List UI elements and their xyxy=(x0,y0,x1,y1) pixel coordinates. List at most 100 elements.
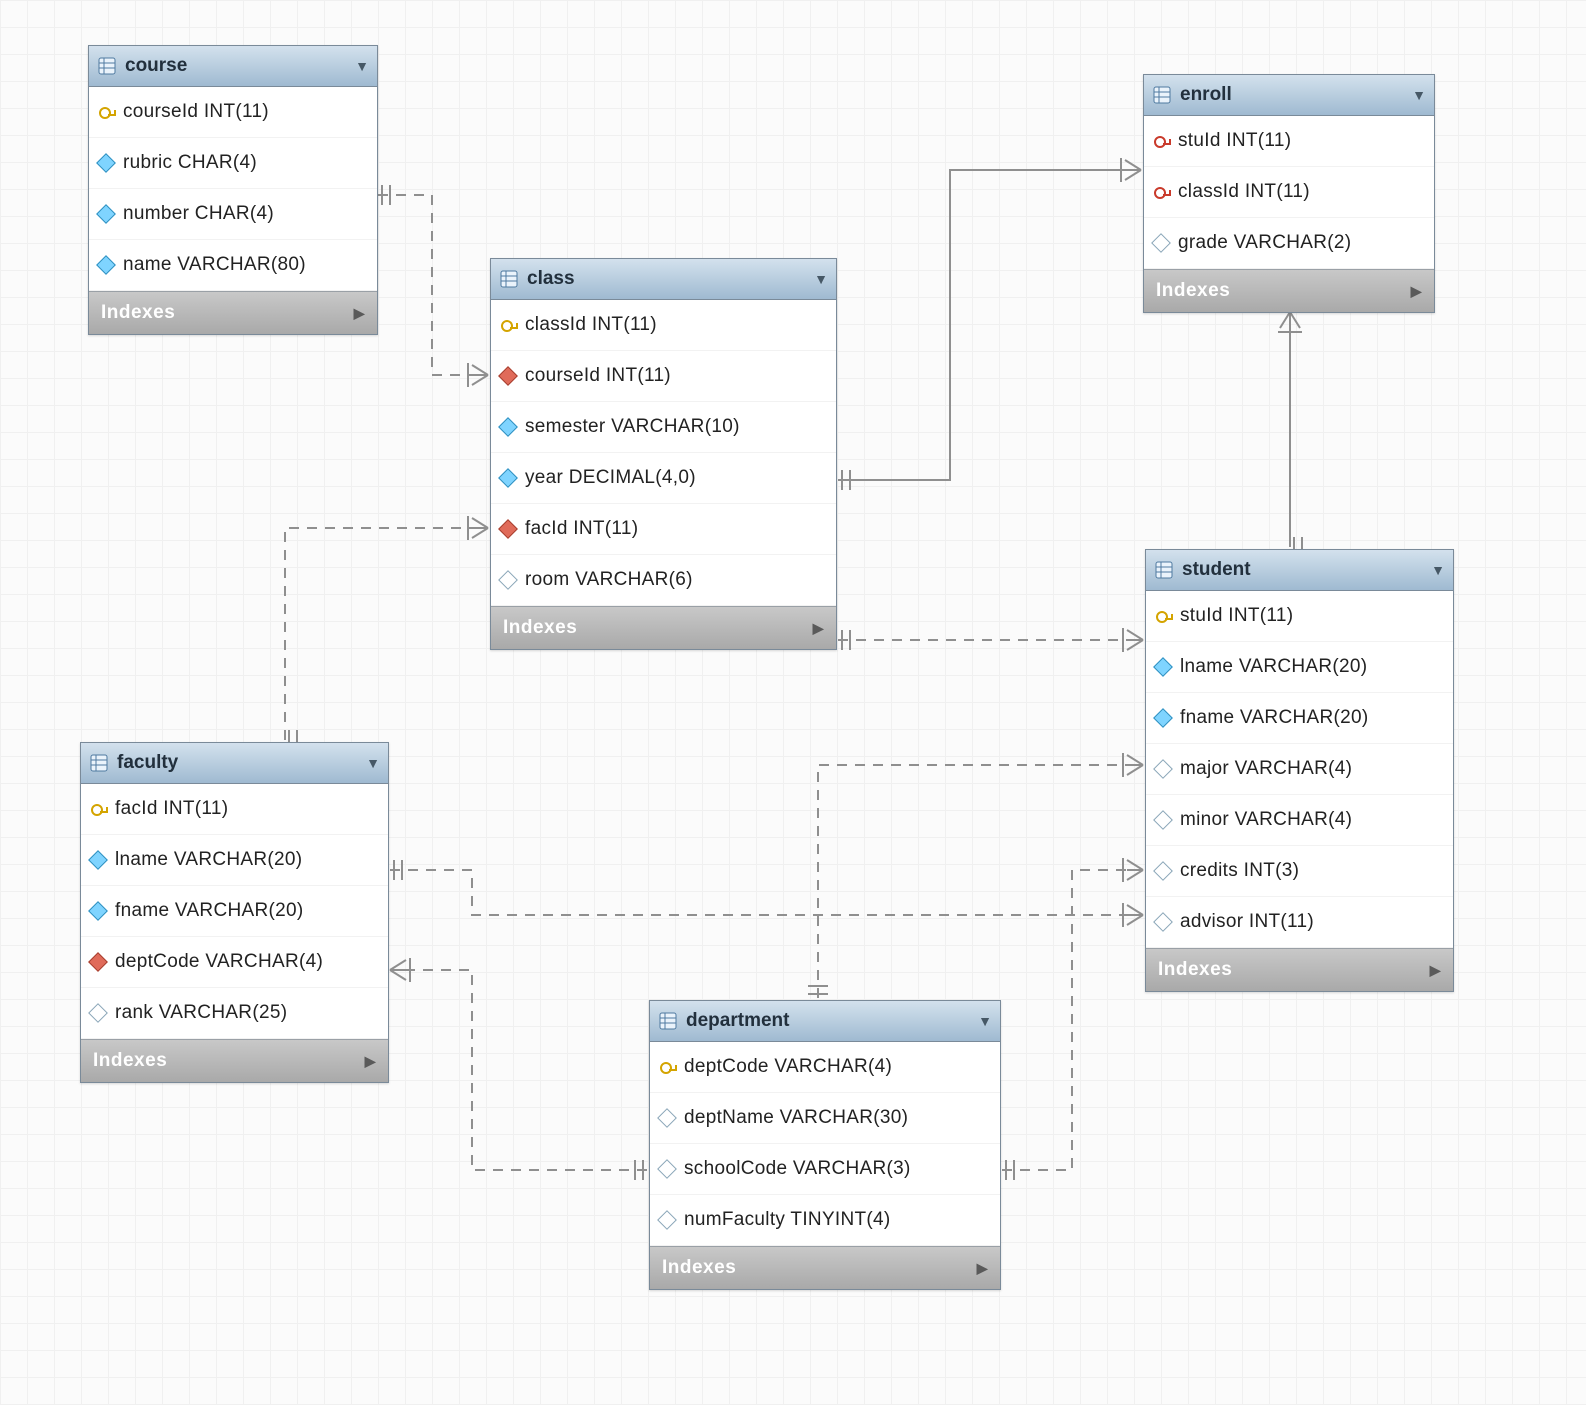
nullable-icon xyxy=(1153,759,1173,779)
table-title-class[interactable]: class▼ xyxy=(491,259,836,300)
column-faculty-2[interactable]: fname VARCHAR(20) xyxy=(81,886,388,937)
column-course-3[interactable]: name VARCHAR(80) xyxy=(89,240,377,291)
column-label: credits INT(3) xyxy=(1180,860,1299,882)
cardinality-cap xyxy=(808,986,828,994)
nullable-icon xyxy=(1153,861,1173,881)
relation-class-enroll[interactable] xyxy=(838,170,1141,480)
foreign-key-icon xyxy=(498,519,518,539)
table-department[interactable]: department▼deptCode VARCHAR(4)deptName V… xyxy=(649,1000,1001,1290)
indexes-section-faculty[interactable]: Indexes▶ xyxy=(81,1039,388,1082)
table-title-enroll[interactable]: enroll ▼ xyxy=(1144,75,1434,116)
column-class-2[interactable]: semester VARCHAR(10) xyxy=(491,402,836,453)
table-title-course[interactable]: course▼ xyxy=(89,46,377,87)
cardinality-cap xyxy=(468,516,488,540)
collapse-icon[interactable]: ▼ xyxy=(1412,87,1426,103)
erd-canvas[interactable]: course▼courseId INT(11)rubric CHAR(4)num… xyxy=(0,0,1586,1405)
column-student-4[interactable]: minor VARCHAR(4) xyxy=(1146,795,1453,846)
indexes-section-student[interactable]: Indexes▶ xyxy=(1146,948,1453,991)
nullable-icon xyxy=(498,570,518,590)
notnull-icon xyxy=(498,468,518,488)
column-label: facId INT(11) xyxy=(525,518,638,540)
column-student-5[interactable]: credits INT(3) xyxy=(1146,846,1453,897)
relation-faculty-student[interactable] xyxy=(390,870,1143,915)
primary-key-icon xyxy=(99,105,113,119)
table-student[interactable]: student ▼ stuId INT(11)lname VARCHAR(20) fn… xyxy=(1145,549,1454,992)
indexes-label: Indexes xyxy=(1156,280,1230,302)
expand-icon[interactable]: ▶ xyxy=(365,1053,376,1070)
column-faculty-1[interactable]: lname VARCHAR(20) xyxy=(81,835,388,886)
column-enroll-2[interactable]: grade VARCHAR(2) xyxy=(1144,218,1434,269)
notnull-icon xyxy=(96,255,116,275)
nullable-icon xyxy=(657,1210,677,1230)
relation-course-class[interactable] xyxy=(378,195,488,375)
column-label: rubric CHAR(4) xyxy=(123,152,257,174)
column-label: fname VARCHAR(20) xyxy=(1180,707,1368,729)
expand-icon[interactable]: ▶ xyxy=(1430,962,1441,979)
table-name: enroll xyxy=(1180,84,1232,106)
expand-icon[interactable]: ▶ xyxy=(1411,283,1422,300)
indexes-section-class[interactable]: Indexes▶ xyxy=(491,606,836,649)
table-icon xyxy=(1152,85,1172,105)
expand-icon[interactable]: ▶ xyxy=(977,1260,988,1277)
column-faculty-0[interactable]: facId INT(11) xyxy=(81,784,388,835)
expand-icon[interactable]: ▶ xyxy=(813,620,824,637)
collapse-icon[interactable]: ▼ xyxy=(366,755,380,771)
column-label: year DECIMAL(4,0) xyxy=(525,467,696,489)
indexes-section-course[interactable]: Indexes ▶ xyxy=(89,291,377,334)
column-student-3[interactable]: major VARCHAR(4) xyxy=(1146,744,1453,795)
column-department-1[interactable]: deptName VARCHAR(30) xyxy=(650,1093,1000,1144)
column-student-0[interactable]: stuId INT(11) xyxy=(1146,591,1453,642)
column-student-6[interactable]: advisor INT(11) xyxy=(1146,897,1453,948)
column-faculty-4[interactable]: rank VARCHAR(25) xyxy=(81,988,388,1039)
column-class-0[interactable]: classId INT(11) xyxy=(491,300,836,351)
nullable-icon xyxy=(657,1108,677,1128)
collapse-icon[interactable]: ▼ xyxy=(355,58,369,74)
collapse-icon[interactable]: ▼ xyxy=(1431,562,1445,578)
table-name: student xyxy=(1182,559,1251,581)
relation-faculty-department[interactable] xyxy=(390,970,647,1170)
primary-key-icon xyxy=(1156,609,1170,623)
column-student-1[interactable]: lname VARCHAR(20) xyxy=(1146,642,1453,693)
indexes-section-enroll[interactable]: Indexes ▶ xyxy=(1144,269,1434,312)
column-class-4[interactable]: facId INT(11) xyxy=(491,504,836,555)
table-title-student[interactable]: student ▼ xyxy=(1146,550,1453,591)
collapse-icon[interactable]: ▼ xyxy=(814,271,828,287)
table-faculty[interactable]: faculty▼facId INT(11)lname VARCHAR(20)fn… xyxy=(80,742,389,1083)
relation-faculty-class[interactable] xyxy=(285,528,488,740)
column-label: semester VARCHAR(10) xyxy=(525,416,740,438)
column-course-0[interactable]: courseId INT(11) xyxy=(89,87,377,138)
column-class-1[interactable]: courseId INT(11) xyxy=(491,351,836,402)
indexes-label: Indexes xyxy=(101,302,175,324)
cardinality-cap xyxy=(1123,753,1143,777)
table-course[interactable]: course▼courseId INT(11) rubric CHAR(4) num… xyxy=(88,45,378,335)
column-faculty-3[interactable]: deptCode VARCHAR(4) xyxy=(81,937,388,988)
column-department-0[interactable]: deptCode VARCHAR(4) xyxy=(650,1042,1000,1093)
primary-key-icon xyxy=(91,802,105,816)
expand-icon[interactable]: ▶ xyxy=(354,305,365,322)
table-class[interactable]: class▼classId INT(11)courseId INT(11) sem… xyxy=(490,258,837,650)
column-course-1[interactable]: rubric CHAR(4) xyxy=(89,138,377,189)
indexes-section-department[interactable]: Indexes▶ xyxy=(650,1246,1000,1289)
cardinality-cap xyxy=(635,1160,643,1180)
relation-department-student-major[interactable] xyxy=(818,765,1143,998)
nullable-icon xyxy=(1153,912,1173,932)
table-enroll[interactable]: enroll ▼ stuId INT(11) classId INT(11) grade… xyxy=(1143,74,1435,313)
column-class-3[interactable]: year DECIMAL(4,0) xyxy=(491,453,836,504)
relation-department-student-minor[interactable] xyxy=(1002,870,1143,1170)
nullable-icon xyxy=(657,1159,677,1179)
column-enroll-1[interactable]: classId INT(11) xyxy=(1144,167,1434,218)
notnull-icon xyxy=(88,850,108,870)
column-student-2[interactable]: fname VARCHAR(20) xyxy=(1146,693,1453,744)
collapse-icon[interactable]: ▼ xyxy=(978,1013,992,1029)
foreign-key-icon xyxy=(498,366,518,386)
column-enroll-0[interactable]: stuId INT(11) xyxy=(1144,116,1434,167)
column-label: advisor INT(11) xyxy=(1180,911,1314,933)
table-title-department[interactable]: department▼ xyxy=(650,1001,1000,1042)
column-department-2[interactable]: schoolCode VARCHAR(3) xyxy=(650,1144,1000,1195)
column-department-3[interactable]: numFaculty TINYINT(4) xyxy=(650,1195,1000,1246)
column-label: classId INT(11) xyxy=(1178,181,1310,203)
column-course-2[interactable]: number CHAR(4) xyxy=(89,189,377,240)
table-title-faculty[interactable]: faculty▼ xyxy=(81,743,388,784)
column-class-5[interactable]: room VARCHAR(6) xyxy=(491,555,836,606)
cardinality-cap xyxy=(382,185,390,205)
